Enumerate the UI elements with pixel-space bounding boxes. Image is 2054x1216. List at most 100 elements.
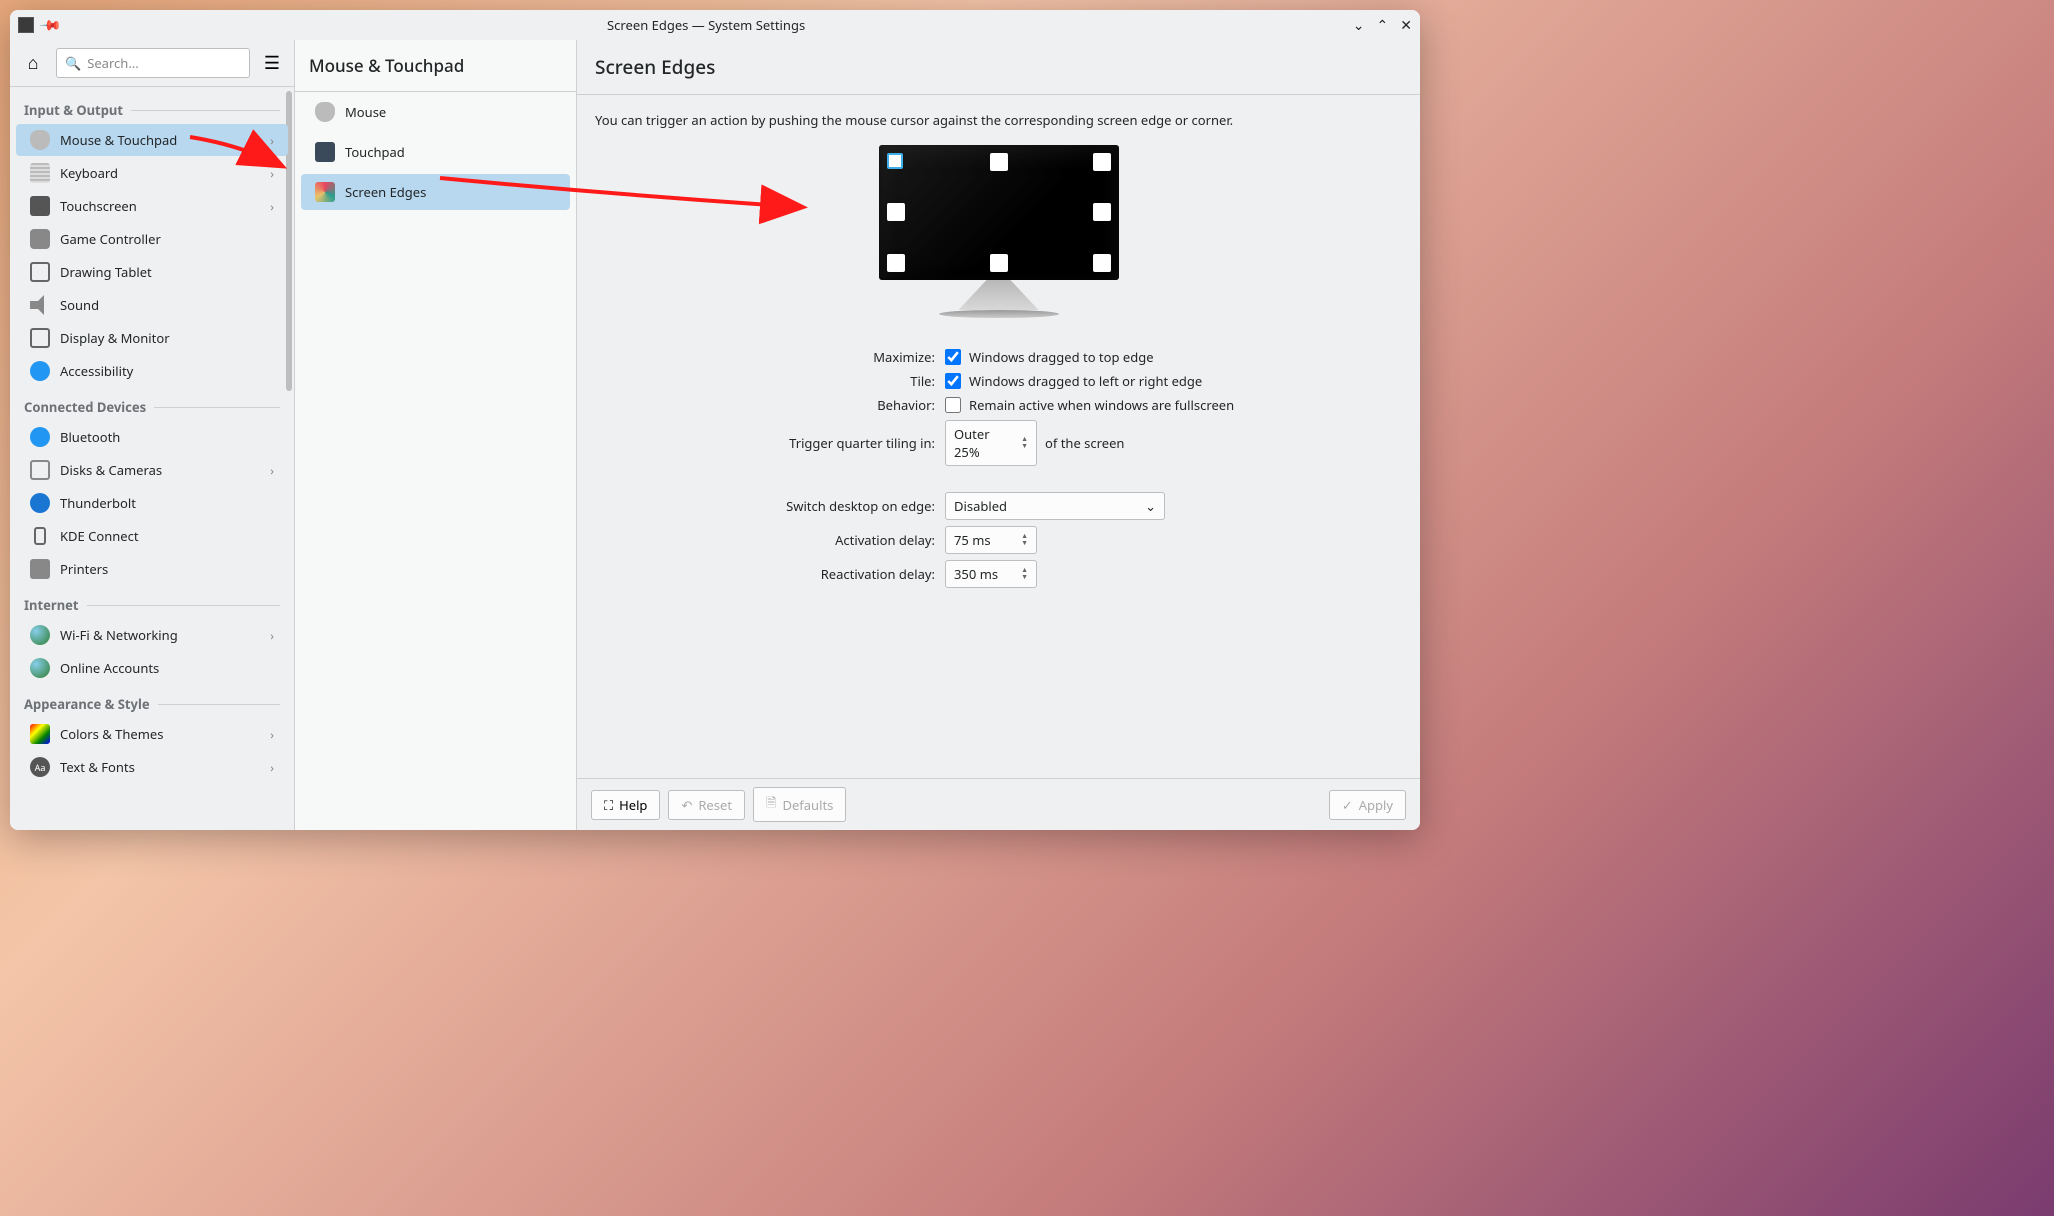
font-icon: Aa — [30, 757, 50, 777]
edge-top-left[interactable] — [887, 153, 903, 169]
accessibility-icon — [30, 361, 50, 381]
section-connected-devices: Connected Devices — [10, 388, 294, 420]
monitor-preview — [595, 145, 1402, 318]
reset-button[interactable]: ↶Reset — [668, 790, 745, 820]
mouse-icon — [315, 102, 335, 122]
section-internet: Internet — [10, 586, 294, 618]
sidebar-item-thunderbolt[interactable]: Thunderbolt — [16, 487, 288, 519]
monitor-stand — [959, 280, 1039, 310]
search-input[interactable]: 🔍 Search... — [56, 48, 250, 78]
keyboard-icon — [30, 163, 50, 183]
thunderbolt-icon — [30, 493, 50, 513]
main-panel: Screen Edges You can trigger an action b… — [577, 40, 1420, 830]
hamburger-menu[interactable]: ☰ — [258, 49, 286, 77]
combo-switch-desktop[interactable]: Disabled⌄ — [945, 492, 1165, 520]
globe-icon — [30, 658, 50, 678]
edge-bottom-left[interactable] — [887, 254, 905, 272]
home-button[interactable]: ⌂ — [18, 48, 48, 78]
sidebar-item-disks-cameras[interactable]: Disks & Cameras › — [16, 454, 288, 486]
checkbox-behavior-label: Remain active when windows are fullscree… — [969, 396, 1234, 414]
palette-icon — [30, 724, 50, 744]
sub-item-screen-edges[interactable]: Screen Edges — [301, 174, 570, 210]
chevron-right-icon: › — [270, 462, 274, 479]
monitor-base — [939, 310, 1059, 318]
maximize-button[interactable]: ⌃ — [1377, 16, 1389, 35]
sidebar-item-kde-connect[interactable]: KDE Connect — [16, 520, 288, 552]
sidebar-item-printers[interactable]: Printers — [16, 553, 288, 585]
label-behavior: Behavior: — [595, 396, 935, 414]
section-input-output: Input & Output — [10, 91, 294, 123]
label-tile: Tile: — [595, 372, 935, 390]
footer-buttons: ⛶Help ↶Reset 🗎Defaults ✓Apply — [577, 778, 1420, 830]
sound-icon — [30, 295, 50, 315]
display-icon — [30, 328, 50, 348]
search-placeholder: Search... — [87, 54, 139, 72]
mouse-icon — [30, 130, 50, 150]
screen-edges-icon — [315, 182, 335, 202]
disk-icon — [30, 460, 50, 480]
edge-bottom-right[interactable] — [1093, 254, 1111, 272]
section-appearance: Appearance & Style — [10, 685, 294, 717]
phone-icon — [30, 526, 50, 546]
close-button[interactable]: ✕ — [1400, 16, 1412, 35]
sidebar-item-display-monitor[interactable]: Display & Monitor — [16, 322, 288, 354]
sidebar-item-bluetooth[interactable]: Bluetooth — [16, 421, 288, 453]
screen-preview — [879, 145, 1119, 280]
gamepad-icon — [30, 229, 50, 249]
sidebar-item-game-controller[interactable]: Game Controller — [16, 223, 288, 255]
checkbox-tile[interactable] — [945, 373, 961, 389]
chevron-down-icon: ⌄ — [1145, 497, 1156, 515]
edge-top[interactable] — [990, 153, 1008, 171]
page-title: Screen Edges — [577, 40, 1420, 95]
edge-top-right[interactable] — [1093, 153, 1111, 171]
titlebar: 📌 Screen Edges — System Settings ⌄ ⌃ ✕ — [10, 10, 1420, 40]
sidebar-item-colors-themes[interactable]: Colors & Themes › — [16, 718, 288, 750]
sidebar-item-mouse-touchpad[interactable]: Mouse & Touchpad › — [16, 124, 288, 156]
sub-item-touchpad[interactable]: Touchpad — [301, 134, 570, 170]
help-button[interactable]: ⛶Help — [591, 790, 660, 820]
spinbox-reactivation-delay[interactable]: 350 ms▲▼ — [945, 560, 1037, 588]
page-description: You can trigger an action by pushing the… — [595, 111, 1402, 129]
settings-window: 📌 Screen Edges — System Settings ⌄ ⌃ ✕ ⌂… — [10, 10, 1420, 830]
checkbox-behavior[interactable] — [945, 397, 961, 413]
edge-right[interactable] — [1093, 203, 1111, 221]
sidebar-item-drawing-tablet[interactable]: Drawing Tablet — [16, 256, 288, 288]
search-icon: 🔍 — [65, 54, 81, 72]
tablet-icon — [30, 262, 50, 282]
touchscreen-icon — [30, 196, 50, 216]
checkbox-maximize[interactable] — [945, 349, 961, 365]
subcategory-header: Mouse & Touchpad — [295, 40, 576, 92]
label-switch-desktop: Switch desktop on edge: — [595, 497, 935, 515]
chevron-right-icon: › — [270, 132, 274, 149]
settings-form: Maximize: Windows dragged to top edge Ti… — [595, 348, 1402, 588]
defaults-button[interactable]: 🗎Defaults — [753, 787, 846, 822]
checkbox-tile-label: Windows dragged to left or right edge — [969, 372, 1202, 390]
chevron-right-icon: › — [270, 759, 274, 776]
spinbox-activation-delay[interactable]: 75 ms▲▼ — [945, 526, 1037, 554]
touchpad-icon — [315, 142, 335, 162]
sidebar-item-online-accounts[interactable]: Online Accounts — [16, 652, 288, 684]
spinbox-quarter-tiling[interactable]: Outer 25%▲▼ — [945, 420, 1037, 466]
minimize-button[interactable]: ⌄ — [1353, 16, 1365, 35]
sidebar-item-accessibility[interactable]: Accessibility — [16, 355, 288, 387]
sidebar-item-sound[interactable]: Sound — [16, 289, 288, 321]
edge-bottom[interactable] — [990, 254, 1008, 272]
check-icon: ✓ — [1342, 796, 1353, 814]
label-reactivation-delay: Reactivation delay: — [595, 565, 935, 583]
sub-item-mouse[interactable]: Mouse — [301, 94, 570, 130]
apply-button[interactable]: ✓Apply — [1329, 790, 1406, 820]
sidebar-item-wifi-networking[interactable]: Wi-Fi & Networking › — [16, 619, 288, 651]
sidebar: ⌂ 🔍 Search... ☰ Input & Output Mouse & T… — [10, 40, 295, 830]
label-maximize: Maximize: — [595, 348, 935, 366]
printer-icon — [30, 559, 50, 579]
chevron-right-icon: › — [270, 198, 274, 215]
quarter-suffix: of the screen — [1045, 434, 1124, 452]
sidebar-item-text-fonts[interactable]: Aa Text & Fonts › — [16, 751, 288, 783]
checkbox-maximize-label: Windows dragged to top edge — [969, 348, 1154, 366]
sidebar-item-touchscreen[interactable]: Touchscreen › — [16, 190, 288, 222]
edge-left[interactable] — [887, 203, 905, 221]
sidebar-item-keyboard[interactable]: Keyboard › — [16, 157, 288, 189]
chevron-right-icon: › — [270, 726, 274, 743]
sidebar-list[interactable]: Input & Output Mouse & Touchpad › Keyboa… — [10, 87, 294, 830]
help-icon: ⛶ — [604, 796, 613, 814]
